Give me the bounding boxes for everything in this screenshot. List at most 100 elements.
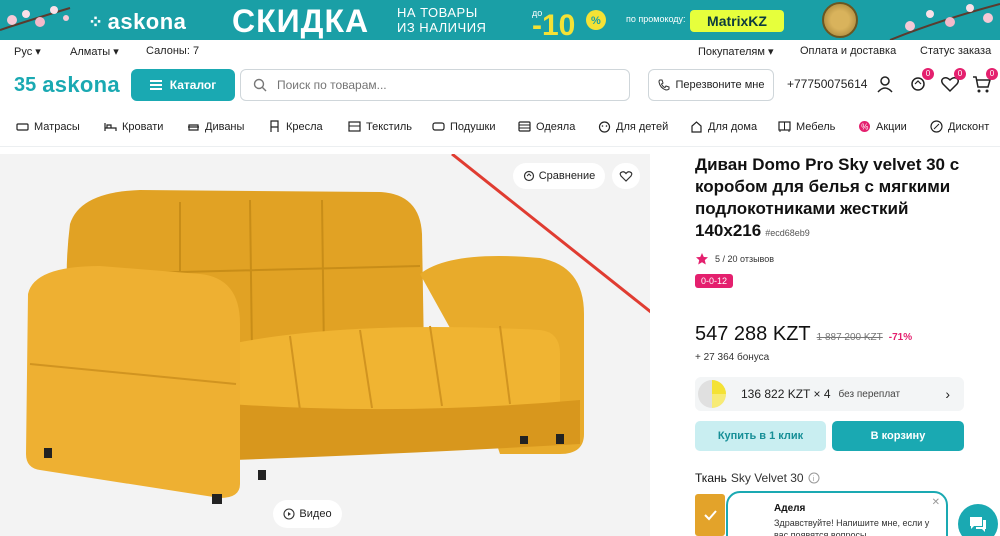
sofa-image [26, 154, 650, 504]
bonus-points: + 27 364 бонуса [695, 352, 770, 363]
fabric-selector: Ткань Sky Velvet 30 i [695, 471, 820, 485]
logo-anniversary: 35 [14, 73, 37, 96]
product-gallery[interactable]: Сравнение Видео [0, 154, 650, 536]
close-icon[interactable]: ✕ [932, 497, 940, 508]
promo-headline: СКИДКА [232, 3, 370, 39]
chat-message: Здравствуйте! Напишите мне, если у вас п… [774, 518, 930, 536]
chat-open-button[interactable] [958, 504, 998, 536]
site-header: 35 askona Каталог Перезвоните мне +77750… [0, 64, 1000, 110]
category-kids[interactable]: Для детей [598, 120, 668, 133]
promo-subtitle: НА ТОВАРЫ ИЗ НАЛИЧИЯ [397, 5, 487, 35]
play-icon [283, 508, 295, 520]
category-armchairs[interactable]: Кресла [268, 120, 323, 133]
salons-link[interactable]: Салоны: 7 [146, 45, 199, 57]
search-icon [253, 78, 267, 92]
category-textile[interactable]: Текстиль [348, 120, 412, 133]
category-furniture[interactable]: Мебель [778, 120, 835, 133]
category-pillows[interactable]: Подушки [432, 120, 495, 133]
product-rating[interactable]: 5 / 20 отзывов [695, 252, 995, 266]
chat-bubble-icon [970, 517, 986, 532]
video-button[interactable]: Видео [273, 500, 342, 528]
compare-button[interactable]: Сравнение [513, 163, 605, 189]
discount-graphic: до -10 % [532, 8, 606, 38]
current-price: 547 288 KZT [695, 323, 811, 345]
category-blankets[interactable]: Одеяла [518, 120, 575, 133]
payment-delivery-link[interactable]: Оплата и доставка [800, 45, 896, 57]
installment-note: без переплат [838, 388, 901, 400]
home-icon [691, 121, 702, 133]
askona-dots-icon: ⁘ [88, 11, 104, 32]
category-beds[interactable]: Кровати [104, 120, 163, 133]
product-title: Диван Domo Pro Sky velvet 30 с коробом д… [695, 155, 960, 240]
compare-count-badge: 0 [922, 68, 934, 80]
category-discount[interactable]: Дисконт [930, 120, 989, 133]
buyers-menu[interactable]: Покупателям ▾ [698, 45, 773, 58]
category-mattresses[interactable]: Матрасы [16, 120, 80, 133]
installment-amount: 136 822 KZT × 4 [741, 387, 831, 401]
pillow-icon [432, 122, 445, 131]
blanket-icon [518, 121, 531, 132]
sofa-icon [188, 124, 199, 131]
discount-percent: -71% [888, 332, 913, 343]
callback-button[interactable]: Перезвоните мне [648, 69, 774, 101]
order-status-link[interactable]: Статус заказа [920, 45, 991, 57]
sale-icon: % [859, 121, 870, 132]
bed-icon [104, 123, 117, 131]
search-box[interactable] [240, 69, 630, 101]
favorites-header-button[interactable]: 0 [940, 68, 966, 94]
chair-icon [270, 120, 279, 132]
compare-header-button[interactable]: 0 [908, 68, 934, 94]
old-price: 1 887 200 KZT [816, 332, 883, 343]
catalog-button[interactable]: Каталог [131, 69, 235, 101]
category-sale[interactable]: % Акции [858, 120, 907, 133]
blossom-decoration-left [0, 6, 71, 31]
svg-text:%: % [861, 123, 868, 132]
chevron-right-icon: › [945, 386, 950, 402]
user-icon[interactable] [875, 74, 895, 94]
add-to-cart-button[interactable]: В корзину [832, 421, 964, 451]
price-row: 547 288 KZT 1 887 200 KZT -71% [695, 323, 995, 346]
city-select[interactable]: Алматы ▾ [70, 45, 119, 58]
language-select[interactable]: Рус ▾ [14, 45, 41, 58]
discount-value: -10 [532, 9, 575, 38]
product-info: Диван Domo Pro Sky velvet 30 с коробом д… [695, 154, 995, 536]
utility-bar: Рус ▾ Алматы ▾ Салоны: 7 Покупателям ▾ О… [0, 40, 1000, 64]
installment-tag: 0-0-12 [695, 274, 734, 288]
blossom-decoration-right [889, 3, 1000, 40]
promo-banner[interactable]: ⁘ askona СКИДКА НА ТОВАРЫ ИЗ НАЛИЧИЯ до … [0, 0, 1000, 40]
installment-plan[interactable]: 136 822 KZT × 4 без переплат › [695, 377, 964, 411]
menu-icon [149, 80, 162, 90]
promo-code-label: по промокоду: [626, 14, 686, 24]
compare-icon [523, 170, 534, 182]
heart-icon [619, 171, 633, 182]
favorite-button[interactable] [612, 163, 640, 189]
category-sofas[interactable]: Диваны [187, 120, 244, 133]
textile-icon [348, 121, 361, 132]
fabric-swatch-selected[interactable] [695, 494, 725, 536]
chat-popup[interactable]: ✕ Аделя Здравствуйте! Напишите мне, если… [726, 491, 948, 536]
discount-icon [930, 120, 943, 133]
cart-count-badge: 0 [986, 68, 998, 80]
promo-code: MatrixKZ [690, 10, 784, 32]
star-icon [696, 253, 708, 265]
installment-pie-icon [698, 380, 726, 408]
category-home[interactable]: Для дома [690, 120, 757, 133]
buy-one-click-button[interactable]: Купить в 1 клик [695, 421, 826, 451]
phone-number[interactable]: +77750075614 [787, 77, 867, 91]
mattress-icon [16, 123, 29, 131]
furniture-icon [778, 121, 791, 132]
site-logo[interactable]: 35 askona [14, 72, 120, 98]
header-divider [0, 146, 1000, 147]
favorites-count-badge: 0 [954, 68, 966, 80]
info-icon[interactable]: i [808, 472, 820, 484]
product-sku: #ecd68eb9 [765, 228, 810, 238]
svg-text:i: i [812, 476, 814, 483]
promo-logo: ⁘ askona [88, 9, 187, 34]
award-seal-icon [822, 2, 858, 38]
cart-header-button[interactable]: 0 [972, 68, 998, 94]
phone-icon [658, 79, 670, 91]
fabric-value: Sky Velvet 30 [730, 471, 804, 485]
chat-agent-name: Аделя [774, 503, 806, 514]
search-input[interactable] [277, 78, 597, 92]
discount-unit: % [591, 15, 601, 27]
